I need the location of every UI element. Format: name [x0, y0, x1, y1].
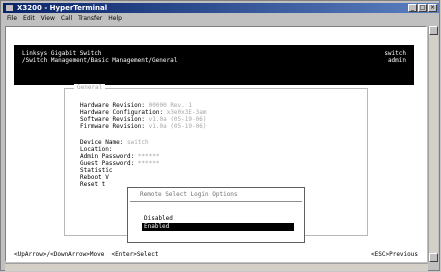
login-options-popup: Remote Select Login Options Disabled Ena…: [127, 187, 305, 243]
menu-path: /Switch Management/Basic Management/Gene…: [22, 57, 178, 64]
menu-transfer[interactable]: Transfer: [78, 14, 102, 23]
menu-call[interactable]: Call: [61, 14, 72, 23]
menu-file[interactable]: File: [7, 14, 17, 23]
scroll-up-arrow-icon[interactable]: [429, 26, 438, 35]
field-label: Hardware Configuration:: [80, 109, 167, 116]
field-label: Guest Password:: [80, 160, 138, 167]
nav-help: <UpArrow>/<DownArrow>Move <Enter>Select: [14, 251, 159, 258]
field-value: x3e0x3E-3am: [166, 109, 207, 116]
vertical-scrollbar[interactable]: [428, 26, 438, 262]
key-help-bar: <UpArrow>/<DownArrow>Move <Enter>Select …: [14, 250, 418, 259]
app-icon: [6, 5, 13, 11]
esc-help: <ESC>Previous: [371, 251, 418, 258]
menu-edit[interactable]: Edit: [23, 14, 35, 23]
box-title: General: [74, 84, 106, 92]
field-label: Statistic: [80, 167, 113, 174]
menu-bar: File Edit View Call Transfer Help: [3, 14, 122, 23]
close-button[interactable]: ×: [428, 4, 437, 12]
window-title: X3200 - HyperTerminal: [17, 4, 108, 12]
popup-divider: [130, 201, 302, 202]
menu-view[interactable]: View: [41, 14, 55, 23]
field-value: v1.0a (05-19-06): [148, 116, 207, 123]
field-row[interactable]: Device Name: switch: [80, 139, 149, 146]
scroll-down-arrow-icon[interactable]: [429, 253, 438, 262]
field-row: Hardware Revision: 00000 Rev. 1: [80, 102, 192, 109]
user-name: admin: [387, 57, 406, 64]
maximize-button[interactable]: □: [418, 4, 427, 12]
terminal-header: Linksys Gigabit Switch /Switch Managemen…: [14, 45, 414, 85]
device-name: switch: [384, 50, 406, 57]
field-row[interactable]: Statistic: [80, 167, 113, 174]
menu-help[interactable]: Help: [108, 14, 122, 23]
field-label: Device Name:: [80, 139, 127, 146]
field-label: Firmware Revision:: [80, 123, 149, 130]
product-name: Linksys Gigabit Switch: [22, 50, 102, 57]
field-row[interactable]: Location:: [80, 146, 116, 153]
field-row: Hardware Configuration: x3e0x3E-3am: [80, 109, 206, 116]
field-label: Location:: [80, 146, 117, 153]
field-label: Admin Password:: [80, 153, 138, 160]
field-label: Hardware Revision:: [80, 102, 149, 109]
field-value: 00000 Rev. 1: [148, 102, 192, 109]
horizontal-scrollbar[interactable]: [5, 263, 428, 271]
field-label: Reset t: [80, 181, 106, 188]
terminal-screen[interactable]: Linksys Gigabit Switch /Switch Managemen…: [5, 26, 427, 262]
popup-title: Remote Select Login Options: [140, 191, 238, 198]
field-row[interactable]: Reboot V: [80, 174, 109, 181]
minimize-button[interactable]: _: [408, 4, 417, 12]
title-bar[interactable]: X3200 - HyperTerminal _ □ ×: [3, 3, 439, 13]
field-value: v1.0a (05-19-06): [148, 123, 207, 130]
option-enabled[interactable]: Enabled: [142, 223, 294, 231]
field-row[interactable]: Guest Password: ******: [80, 160, 159, 167]
field-value: ******: [137, 160, 160, 167]
field-label: Reboot V: [80, 174, 109, 181]
field-value: switch: [126, 139, 149, 146]
field-row: Software Revision: v1.0a (05-19-06): [80, 116, 206, 123]
field-row[interactable]: Reset t: [80, 181, 105, 188]
hyperterminal-window: X3200 - HyperTerminal _ □ × File Edit Vi…: [0, 0, 440, 271]
field-label: Software Revision:: [80, 116, 149, 123]
field-row[interactable]: Admin Password: ******: [80, 153, 159, 160]
field-value: ******: [137, 153, 160, 160]
field-row: Firmware Revision: v1.0a (05-19-06): [80, 123, 206, 130]
option-disabled[interactable]: Disabled: [142, 215, 294, 223]
